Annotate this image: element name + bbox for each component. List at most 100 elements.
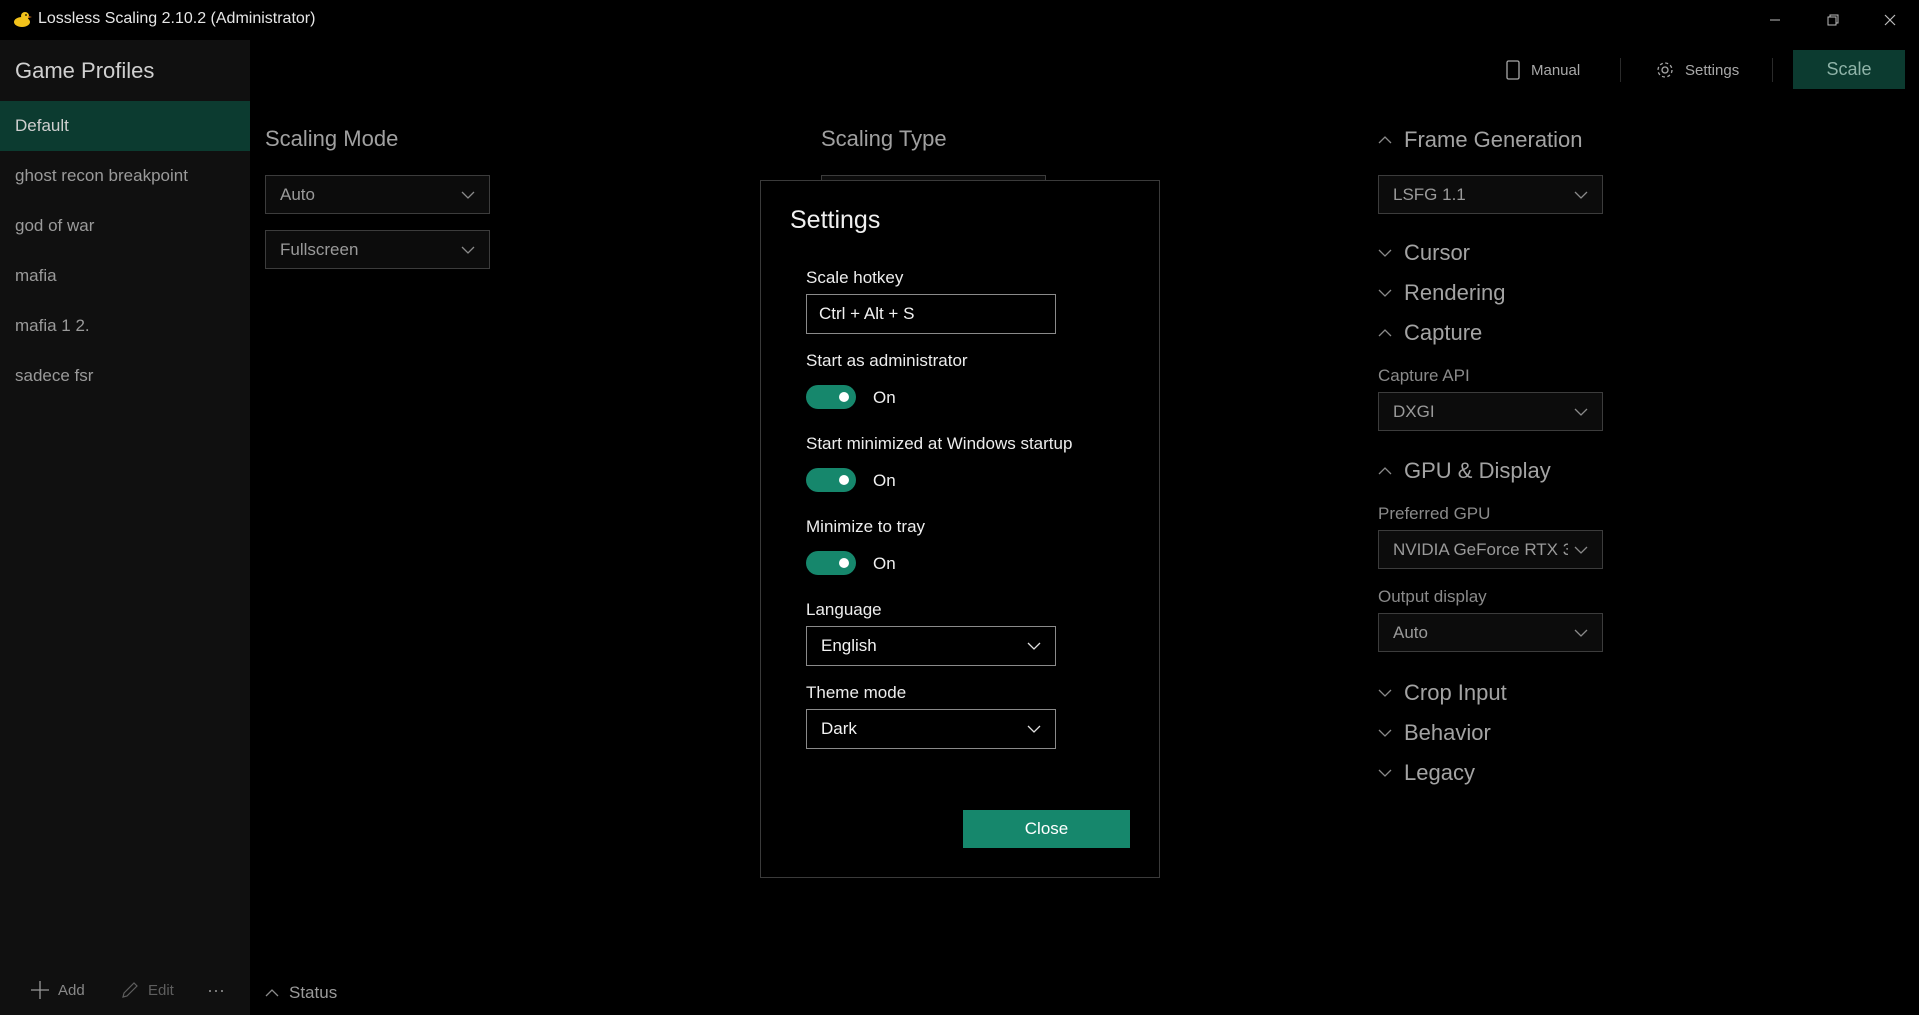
chevron-down-icon	[1378, 729, 1392, 737]
status-label: Status	[289, 983, 338, 1002]
chevron-up-icon	[1378, 136, 1392, 144]
plus-icon	[31, 981, 49, 999]
restore-button[interactable]	[1813, 6, 1853, 34]
preferred-gpu-dropdown[interactable]: NVIDIA GeForce RTX 3	[1378, 530, 1603, 569]
manual-button[interactable]: Manual	[1505, 52, 1580, 88]
scaling-mode-heading: Scaling Mode	[265, 126, 399, 151]
preferred-gpu-label: Preferred GPU	[1378, 504, 1491, 523]
legacy-header[interactable]: Legacy	[1378, 760, 1475, 786]
capture-api-value: DXGI	[1393, 401, 1435, 421]
theme-mode-dropdown[interactable]: Dark	[806, 709, 1056, 749]
toggle-knob	[839, 392, 849, 402]
profile-item[interactable]: mafia 1 2.	[0, 301, 250, 351]
duck-icon	[14, 12, 32, 27]
add-label: Add	[58, 981, 85, 999]
theme-mode-label: Theme mode	[806, 683, 907, 702]
chevron-down-icon	[1378, 249, 1392, 257]
gpu-display-label: GPU & Display	[1404, 458, 1551, 483]
frame-generation-dropdown[interactable]: LSFG 1.1	[1378, 175, 1603, 214]
frame-generation-label: Frame Generation	[1404, 127, 1583, 152]
output-display-dropdown[interactable]: Auto	[1378, 613, 1603, 652]
chevron-down-icon	[1574, 629, 1588, 637]
frame-generation-value: LSFG 1.1	[1393, 184, 1466, 204]
output-display-value: Auto	[1393, 622, 1428, 642]
preferred-gpu-value: NVIDIA GeForce RTX 3	[1393, 539, 1568, 559]
edit-label: Edit	[148, 981, 174, 999]
more-options-button[interactable]: ···	[207, 980, 225, 1001]
toggle-knob	[839, 475, 849, 485]
rendering-header[interactable]: Rendering	[1378, 280, 1506, 306]
pencil-icon	[122, 982, 138, 998]
capture-api-dropdown[interactable]: DXGI	[1378, 392, 1603, 431]
capture-api-label: Capture API	[1378, 366, 1470, 385]
header-divider	[1772, 58, 1773, 82]
more-icon: ···	[207, 980, 225, 1000]
chevron-down-icon	[1574, 546, 1588, 554]
scale-hotkey-value: Ctrl + Alt + S	[819, 304, 915, 323]
language-dropdown[interactable]: English	[806, 626, 1056, 666]
chevron-down-icon	[1574, 408, 1588, 416]
language-label: Language	[806, 600, 882, 619]
minimize-icon	[1770, 19, 1780, 21]
crop-input-label: Crop Input	[1404, 680, 1507, 705]
profile-label: god of war	[15, 216, 95, 235]
chevron-down-icon	[461, 191, 475, 199]
close-button[interactable]: Close	[963, 810, 1130, 848]
start-minimized-toggle[interactable]	[806, 468, 856, 492]
status-toggle[interactable]: Status	[265, 983, 337, 1003]
settings-button[interactable]: Settings	[1655, 52, 1739, 88]
scale-button[interactable]: Scale	[1793, 50, 1905, 89]
cursor-label: Cursor	[1404, 240, 1471, 265]
behavior-header[interactable]: Behavior	[1378, 720, 1491, 746]
crop-input-header[interactable]: Crop Input	[1378, 680, 1507, 706]
chevron-down-icon	[1574, 191, 1588, 199]
profile-item[interactable]: ghost recon breakpoint	[0, 151, 250, 201]
chevron-down-icon	[461, 246, 475, 254]
scaling-mode-dropdown[interactable]: Auto	[265, 175, 490, 214]
chevron-up-icon	[1378, 467, 1392, 475]
cursor-header[interactable]: Cursor	[1378, 240, 1470, 266]
toggle-knob	[839, 558, 849, 568]
capture-header[interactable]: Capture	[1378, 320, 1482, 346]
capture-label: Capture	[1404, 320, 1483, 345]
profile-item[interactable]: god of war	[0, 201, 250, 251]
display-mode-value: Fullscreen	[280, 239, 359, 259]
header-divider	[1620, 58, 1621, 82]
frame-generation-header[interactable]: Frame Generation	[1378, 127, 1583, 153]
minimize-tray-toggle[interactable]	[806, 551, 856, 575]
restore-icon	[1827, 14, 1839, 26]
manual-label: Manual	[1531, 61, 1581, 79]
close-icon	[1884, 14, 1896, 26]
chevron-down-icon	[1027, 642, 1041, 650]
gpu-display-header[interactable]: GPU & Display	[1378, 458, 1551, 484]
profile-item-default[interactable]: Default	[0, 101, 250, 151]
chevron-up-icon	[1378, 329, 1392, 337]
display-mode-dropdown[interactable]: Fullscreen	[265, 230, 490, 269]
profile-label: ghost recon breakpoint	[15, 166, 188, 185]
minimize-button[interactable]	[1755, 6, 1795, 34]
edit-profile-button[interactable]: Edit	[120, 980, 174, 1000]
theme-mode-value: Dark	[821, 719, 857, 738]
profile-item[interactable]: mafia	[0, 251, 250, 301]
scale-hotkey-input[interactable]: Ctrl + Alt + S	[806, 294, 1056, 334]
scaling-mode-value: Auto	[280, 184, 315, 204]
rendering-label: Rendering	[1404, 280, 1506, 305]
behavior-label: Behavior	[1404, 720, 1491, 745]
gear-icon	[1657, 62, 1673, 78]
scale-hotkey-label: Scale hotkey	[806, 268, 904, 287]
start-admin-toggle[interactable]	[806, 385, 856, 409]
book-icon	[1506, 60, 1520, 80]
chevron-down-icon	[1378, 769, 1392, 777]
start-minimized-state: On	[873, 471, 896, 490]
profile-label: mafia	[15, 266, 57, 285]
add-profile-button[interactable]: Add	[30, 980, 85, 1000]
minimize-tray-label: Minimize to tray	[806, 517, 926, 536]
chevron-up-icon	[265, 989, 279, 997]
close-window-button[interactable]	[1870, 6, 1910, 34]
profile-label: sadece fsr	[15, 366, 94, 385]
minimize-tray-state: On	[873, 554, 896, 573]
profile-item[interactable]: sadece fsr	[0, 351, 250, 401]
legacy-label: Legacy	[1404, 760, 1475, 785]
scaling-type-heading: Scaling Type	[821, 126, 947, 151]
sidebar-heading: Game Profiles	[15, 58, 155, 83]
